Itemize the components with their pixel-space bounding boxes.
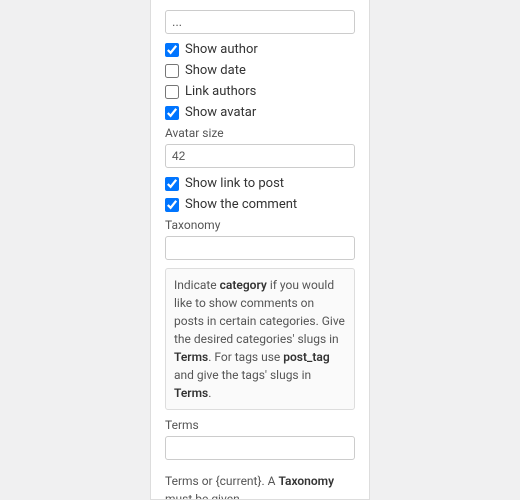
show-link-to-post-row: Show link to post <box>165 176 355 191</box>
show-link-to-post-label[interactable]: Show link to post <box>185 176 284 191</box>
show-date-row: Show date <box>165 63 355 78</box>
terms-input[interactable] <box>165 436 355 460</box>
show-avatar-label[interactable]: Show avatar <box>185 105 256 120</box>
show-comment-label[interactable]: Show the comment <box>185 197 297 212</box>
top-text-input[interactable] <box>165 10 355 34</box>
show-avatar-checkbox[interactable] <box>165 106 179 120</box>
show-comment-row: Show the comment <box>165 197 355 212</box>
settings-panel: Show author Show date Link authors Show … <box>150 0 370 500</box>
show-avatar-row: Show avatar <box>165 105 355 120</box>
show-author-label[interactable]: Show author <box>185 42 258 57</box>
taxonomy-info: Indicate category if you would like to s… <box>165 268 355 410</box>
link-authors-label[interactable]: Link authors <box>185 84 256 99</box>
avatar-size-label: Avatar size <box>165 126 355 140</box>
terms-label: Terms <box>165 418 355 432</box>
terms-hint: Terms or {current}. A Taxonomy must be g… <box>165 472 355 500</box>
show-date-label[interactable]: Show date <box>185 63 246 78</box>
show-author-row: Show author <box>165 42 355 57</box>
show-author-checkbox[interactable] <box>165 43 179 57</box>
link-authors-row: Link authors <box>165 84 355 99</box>
show-comment-checkbox[interactable] <box>165 198 179 212</box>
taxonomy-label: Taxonomy <box>165 218 355 232</box>
avatar-size-input[interactable] <box>165 144 355 168</box>
show-date-checkbox[interactable] <box>165 64 179 78</box>
link-authors-checkbox[interactable] <box>165 85 179 99</box>
show-link-to-post-checkbox[interactable] <box>165 177 179 191</box>
taxonomy-input[interactable] <box>165 236 355 260</box>
